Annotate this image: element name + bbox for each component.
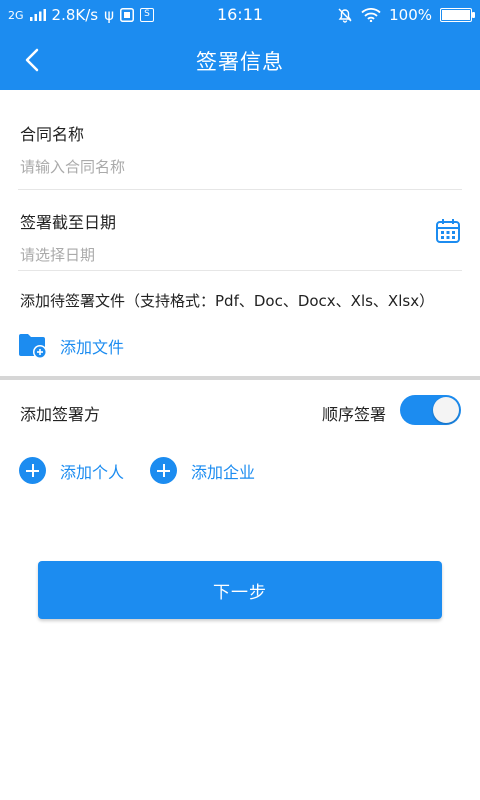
battery-percent: 100% bbox=[389, 6, 432, 24]
status-bar: 2G 2.8K/s ψ S 16:11 100% bbox=[0, 0, 480, 30]
page-title: 签署信息 bbox=[196, 50, 284, 74]
alarm-off-icon bbox=[338, 8, 352, 23]
add-file-label: 添加文件 bbox=[60, 338, 125, 357]
sequential-sign-toggle[interactable] bbox=[400, 395, 461, 425]
contract-name-label: 合同名称 bbox=[20, 125, 85, 144]
app-header: 2G 2.8K/s ψ S 16:11 100% 签署信息 bbox=[0, 0, 480, 90]
battery-icon bbox=[440, 8, 475, 22]
signers-label: 添加签署方 bbox=[20, 405, 101, 424]
calendar-icon[interactable] bbox=[435, 218, 461, 244]
next-step-button[interactable]: 下一步 bbox=[38, 561, 442, 619]
add-company-label: 添加企业 bbox=[191, 462, 256, 482]
plus-circle-icon bbox=[19, 457, 46, 484]
deadline-label: 签署截至日期 bbox=[20, 213, 117, 232]
wifi-icon bbox=[361, 8, 381, 22]
status-bar-right: 100% bbox=[337, 6, 475, 24]
folder-add-icon bbox=[19, 334, 47, 359]
deadline-date-input[interactable]: 请选择日期 bbox=[20, 244, 400, 265]
file-section-label: 添加待签署文件（支持格式：Pdf、Doc、Docx、Xls、Xlsx） bbox=[20, 292, 435, 310]
contract-name-input[interactable]: 请输入合同名称 bbox=[20, 156, 462, 177]
sequential-sign-label: 顺序签署 bbox=[322, 405, 387, 424]
add-company-button[interactable]: 添加企业 bbox=[150, 457, 255, 484]
divider bbox=[18, 189, 462, 190]
add-file-button[interactable]: 添加文件 bbox=[18, 332, 124, 360]
plus-circle-icon bbox=[150, 457, 177, 484]
divider bbox=[18, 270, 462, 271]
add-person-button[interactable]: 添加个人 bbox=[19, 457, 124, 484]
add-person-label: 添加个人 bbox=[60, 462, 125, 482]
toggle-knob bbox=[433, 397, 459, 423]
section-divider bbox=[0, 376, 480, 380]
